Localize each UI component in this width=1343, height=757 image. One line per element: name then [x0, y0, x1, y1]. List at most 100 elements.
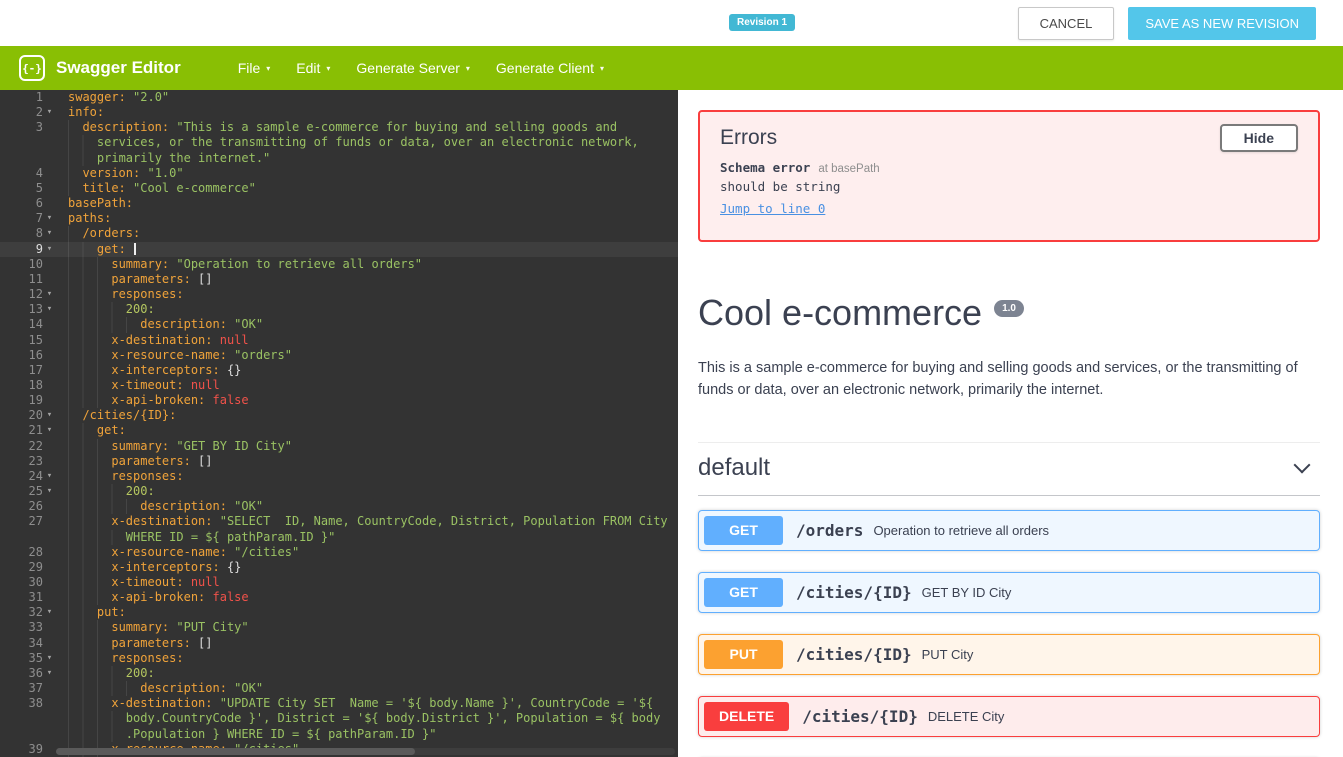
editor-line[interactable]: 14description: "OK" — [0, 317, 678, 332]
editor-line[interactable]: 26description: "OK" — [0, 499, 678, 514]
editor-line[interactable]: 32▾put: — [0, 605, 678, 620]
menu-edit[interactable]: Edit▾ — [296, 60, 330, 76]
method-badge: DELETE — [704, 702, 789, 731]
fold-icon[interactable]: ▾ — [43, 226, 56, 241]
code-token: "GET BY ID City" — [176, 439, 292, 453]
code-token: "Operation to retrieve all orders" — [176, 257, 422, 271]
editor-line[interactable]: 16x-resource-name: "orders" — [0, 348, 678, 363]
editor-line[interactable]: 8▾/orders: — [0, 226, 678, 241]
editor-line[interactable]: 29x-interceptors: {} — [0, 560, 678, 575]
menu-file[interactable]: File▾ — [238, 60, 271, 76]
editor-line[interactable]: services, or the transmitting of funds o… — [0, 135, 678, 150]
fold-spacer — [43, 135, 56, 150]
chevron-down-icon[interactable] — [1294, 456, 1311, 473]
editor-line[interactable]: 31x-api-broken: false — [0, 590, 678, 605]
fold-icon[interactable]: ▾ — [43, 287, 56, 302]
editor-line[interactable]: primarily the internet." — [0, 151, 678, 166]
indent-guide — [68, 226, 82, 241]
editor-line[interactable]: 6basePath: — [0, 196, 678, 211]
cancel-button[interactable]: CANCEL — [1018, 7, 1115, 40]
editor-line[interactable]: 25▾200: — [0, 484, 678, 499]
fold-icon[interactable]: ▾ — [43, 211, 56, 226]
editor-line[interactable]: 3description: "This is a sample e-commer… — [0, 120, 678, 135]
editor-line[interactable]: 35▾responses: — [0, 651, 678, 666]
fold-icon[interactable]: ▾ — [43, 408, 56, 423]
editor-line[interactable]: 21▾get: — [0, 423, 678, 438]
opblock-get-cities-id[interactable]: GET/cities/{ID}GET BY ID City — [698, 572, 1320, 613]
gutter-cell: 20▾ — [0, 408, 56, 423]
code-line: get: — [56, 423, 678, 438]
editor-line[interactable]: 37description: "OK" — [0, 681, 678, 696]
editor-line[interactable]: 20▾/cities/{ID}: — [0, 408, 678, 423]
fold-spacer — [43, 120, 56, 135]
editor-line[interactable]: 36▾200: — [0, 666, 678, 681]
code-token: description: — [82, 120, 176, 134]
fold-spacer — [43, 90, 56, 105]
fold-spacer — [43, 317, 56, 332]
app-header: {-} Swagger Editor File▾Edit▾Generate Se… — [0, 46, 1343, 90]
save-as-new-revision-button[interactable]: SAVE AS NEW REVISION — [1128, 7, 1316, 40]
line-number: 34 — [29, 636, 43, 651]
gutter-cell: 4 — [0, 166, 56, 181]
code-line: summary: "GET BY ID City" — [56, 439, 678, 454]
menu-generate-server[interactable]: Generate Server▾ — [356, 60, 470, 76]
menu-generate-client[interactable]: Generate Client▾ — [496, 60, 604, 76]
editor-line[interactable]: 15x-destination: null — [0, 333, 678, 348]
opblock-get-orders[interactable]: GET/ordersOperation to retrieve all orde… — [698, 510, 1320, 551]
scrollbar-thumb[interactable] — [56, 748, 415, 755]
editor-line[interactable]: 5title: "Cool e-commerce" — [0, 181, 678, 196]
editor-line[interactable]: 28x-resource-name: "/cities" — [0, 545, 678, 560]
code-editor[interactable]: 1swagger: "2.0"2▾info:3description: "Thi… — [0, 90, 678, 757]
code-token: [] — [198, 454, 212, 468]
editor-line[interactable]: 24▾responses: — [0, 469, 678, 484]
fold-icon[interactable]: ▾ — [43, 469, 56, 484]
gutter-cell: 10 — [0, 257, 56, 272]
opblock-delete-cities-id[interactable]: DELETE/cities/{ID}DELETE City — [698, 696, 1320, 737]
editor-line[interactable]: 33summary: "PUT City" — [0, 620, 678, 635]
fold-icon[interactable]: ▾ — [43, 651, 56, 666]
fold-icon[interactable]: ▾ — [43, 484, 56, 499]
fold-icon[interactable]: ▾ — [43, 605, 56, 620]
gutter-cell: 39 — [0, 742, 56, 757]
editor-line[interactable]: 19x-api-broken: false — [0, 393, 678, 408]
editor-line[interactable]: WHERE ID = ${ pathParam.ID }" — [0, 530, 678, 545]
editor-lines: 1swagger: "2.0"2▾info:3description: "Thi… — [0, 90, 678, 757]
tag-section-header[interactable]: default — [698, 442, 1320, 496]
code-token: description: — [140, 317, 234, 331]
hide-errors-button[interactable]: Hide — [1220, 124, 1298, 152]
fold-icon[interactable]: ▾ — [43, 302, 56, 317]
code-token: parameters: — [111, 636, 198, 650]
api-docs-panel[interactable]: Errors Hide Schema errorat basePathshoul… — [678, 90, 1343, 757]
gutter-cell: 21▾ — [0, 423, 56, 438]
editor-line[interactable]: 13▾200: — [0, 302, 678, 317]
code-line: parameters: [] — [56, 636, 678, 651]
fold-icon[interactable]: ▾ — [43, 105, 56, 120]
editor-line[interactable]: 18x-timeout: null — [0, 378, 678, 393]
editor-line[interactable]: 9▾get: — [0, 242, 678, 257]
editor-line[interactable]: body.CountryCode }', District = '${ body… — [0, 711, 678, 726]
fold-icon[interactable]: ▾ — [43, 242, 56, 257]
editor-line[interactable]: 23parameters: [] — [0, 454, 678, 469]
fold-icon[interactable]: ▾ — [43, 423, 56, 438]
fold-icon[interactable]: ▾ — [43, 666, 56, 681]
editor-line[interactable]: 34 parameters: [] — [0, 636, 678, 651]
editor-line[interactable]: 22summary: "GET BY ID City" — [0, 439, 678, 454]
editor-line[interactable]: 2▾info: — [0, 105, 678, 120]
jump-to-line-link[interactable]: Jump to line 0 — [720, 201, 825, 216]
gutter-cell: 33 — [0, 620, 56, 635]
editor-line[interactable]: 12▾responses: — [0, 287, 678, 302]
code-token: title: — [82, 181, 133, 195]
editor-line[interactable]: 4version: "1.0" — [0, 166, 678, 181]
editor-horizontal-scrollbar[interactable] — [56, 748, 675, 755]
editor-line[interactable]: 17x-interceptors: {} — [0, 363, 678, 378]
editor-line[interactable]: .Population } WHERE ID = ${ pathParam.ID… — [0, 727, 678, 742]
editor-line[interactable]: 30x-timeout: null — [0, 575, 678, 590]
editor-line[interactable]: 1swagger: "2.0" — [0, 90, 678, 105]
editor-line[interactable]: 27x-destination: "SELECT ID, Name, Count… — [0, 514, 678, 529]
editor-line[interactable]: 7▾paths: — [0, 211, 678, 226]
gutter-cell: 31 — [0, 590, 56, 605]
editor-line[interactable]: 10summary: "Operation to retrieve all or… — [0, 257, 678, 272]
editor-line[interactable]: 38x-destination: "UPDATE City SET Name =… — [0, 696, 678, 711]
opblock-put-cities-id[interactable]: PUT/cities/{ID}PUT City — [698, 634, 1320, 675]
editor-line[interactable]: 11parameters: [] — [0, 272, 678, 287]
